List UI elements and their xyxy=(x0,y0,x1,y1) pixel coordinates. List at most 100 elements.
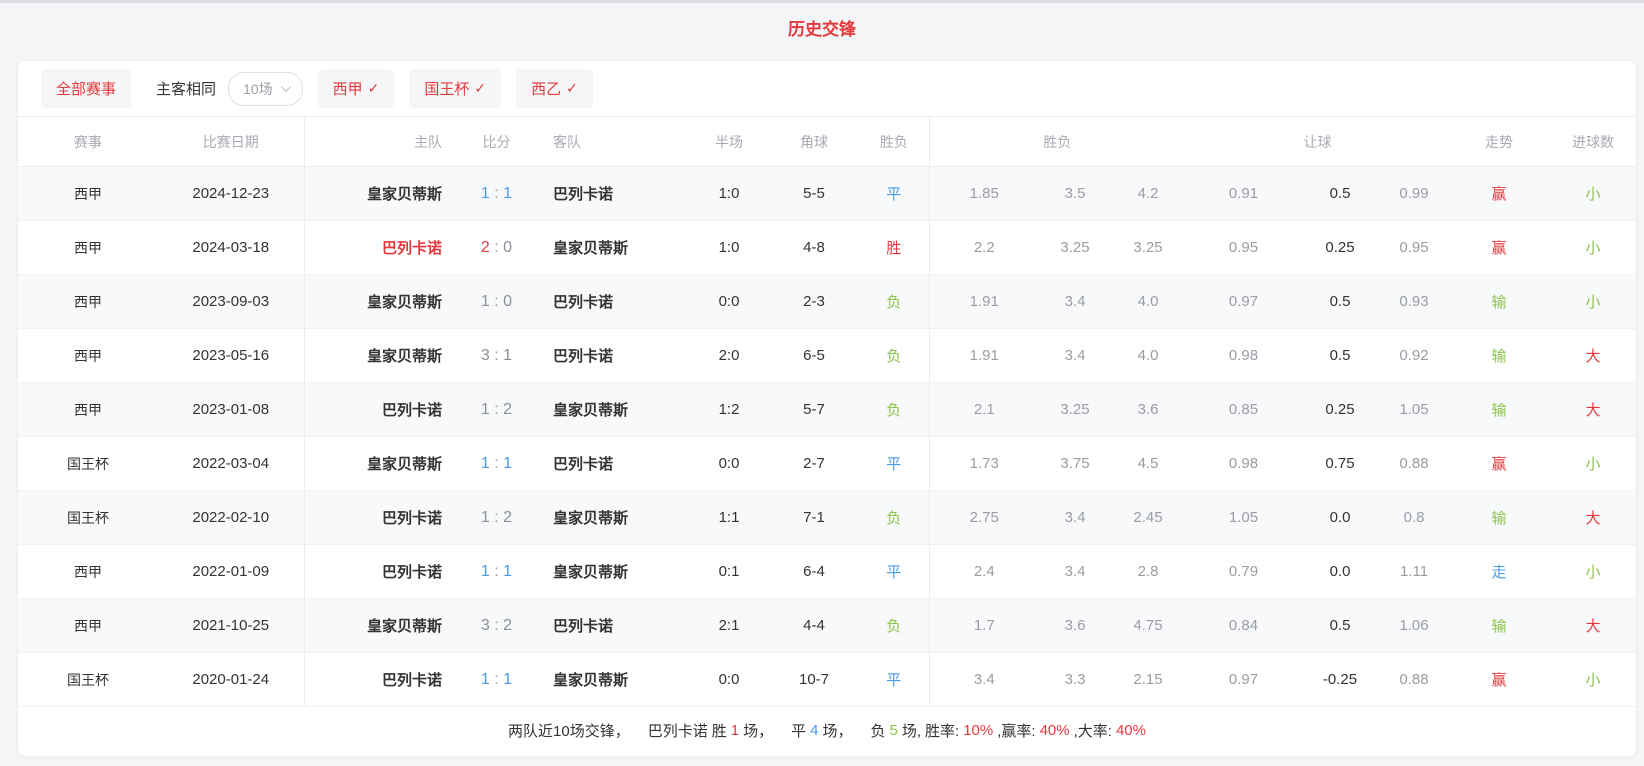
match-count-value: 10场 xyxy=(243,79,273,99)
score-away: 1 xyxy=(503,563,512,580)
cell-halftime-score: 1:2 xyxy=(689,383,769,437)
table-row[interactable]: 西甲 2023-09-03 皇家贝蒂斯 1 : 0 巴列卡诺 0:0 2-3 负… xyxy=(18,275,1637,329)
score-away: 1 xyxy=(503,185,512,202)
summary-win-unit: 场， xyxy=(743,720,773,741)
cell-date: 2024-03-18 xyxy=(158,221,304,275)
cell-handicap-trend: 走 xyxy=(1450,545,1548,599)
cell-handicap-trend: 输 xyxy=(1450,275,1548,329)
summary-winrate-label: 胜率: xyxy=(925,720,959,741)
cell-score: 1 : 2 xyxy=(454,491,539,545)
cell-result: 负 xyxy=(859,599,929,653)
cell-odds-draw: 3.75 xyxy=(1039,437,1111,491)
cell-odds-lose: 2.15 xyxy=(1111,653,1185,707)
cell-handicap-trend: 输 xyxy=(1450,383,1548,437)
cell-odds-lose: 4.2 xyxy=(1111,167,1185,221)
check-icon: ✓ xyxy=(566,80,578,97)
cell-league: 西甲 xyxy=(18,545,158,599)
cell-handicap-trend: 输 xyxy=(1450,491,1548,545)
page-title: 历史交锋 xyxy=(0,15,1644,40)
cell-home-team: 皇家贝蒂斯 xyxy=(304,167,454,221)
table-row[interactable]: 国王杯 2020-01-24 巴列卡诺 1 : 1 皇家贝蒂斯 0:0 10-7… xyxy=(18,653,1637,707)
table-row[interactable]: 西甲 2021-10-25 皇家贝蒂斯 3 : 2 巴列卡诺 2:1 4-4 负… xyxy=(18,599,1637,653)
cell-handicap-home: 0.85 xyxy=(1185,383,1302,437)
cell-away-team: 巴列卡诺 xyxy=(539,275,689,329)
cell-handicap-line: 0.25 xyxy=(1302,383,1378,437)
table-row[interactable]: 西甲 2022-01-09 巴列卡诺 1 : 1 皇家贝蒂斯 0:1 6-4 平… xyxy=(18,545,1637,599)
cell-score: 1 : 2 xyxy=(454,383,539,437)
cell-odds-win: 2.75 xyxy=(929,491,1039,545)
cell-handicap-line: 0.5 xyxy=(1302,167,1378,221)
table-row[interactable]: 西甲 2024-03-18 巴列卡诺 2 : 0 皇家贝蒂斯 1:0 4-8 胜… xyxy=(18,221,1637,275)
cell-handicap-away: 1.11 xyxy=(1378,545,1450,599)
cell-handicap-line: -0.25 xyxy=(1302,653,1378,707)
cell-halftime-score: 0:0 xyxy=(689,437,769,491)
league-filter-label: 国王杯 xyxy=(424,78,469,99)
league-filter-segunda[interactable]: 西乙 ✓ xyxy=(516,69,593,108)
table-row[interactable]: 西甲 2024-12-23 皇家贝蒂斯 1 : 1 巴列卡诺 1:0 5-5 平… xyxy=(18,167,1637,221)
cell-odds-win: 2.2 xyxy=(929,221,1039,275)
cell-result: 平 xyxy=(859,545,929,599)
cell-result: 负 xyxy=(859,383,929,437)
cell-handicap-home: 0.98 xyxy=(1185,329,1302,383)
cell-date: 2023-01-08 xyxy=(158,383,304,437)
cell-date: 2023-05-16 xyxy=(158,329,304,383)
score-home: 1 xyxy=(481,563,490,580)
cell-date: 2022-03-04 xyxy=(158,437,304,491)
table-row[interactable]: 西甲 2023-05-16 皇家贝蒂斯 3 : 1 巴列卡诺 2:0 6-5 负… xyxy=(18,329,1637,383)
cell-halftime-score: 0:1 xyxy=(689,545,769,599)
cell-halftime-score: 1:1 xyxy=(689,491,769,545)
score-away: 1 xyxy=(503,347,512,364)
cell-result: 胜 xyxy=(859,221,929,275)
cell-halftime-score: 1:0 xyxy=(689,167,769,221)
cell-corner-kicks: 6-4 xyxy=(769,545,859,599)
score-home: 3 xyxy=(481,347,490,364)
summary-team: 巴列卡诺 xyxy=(648,720,708,741)
cell-home-team: 皇家贝蒂斯 xyxy=(304,329,454,383)
score-home: 1 xyxy=(481,401,490,418)
header-half: 半场 xyxy=(689,117,769,167)
league-filter-laliga[interactable]: 西甲 ✓ xyxy=(318,69,395,108)
cell-handicap-away: 1.06 xyxy=(1378,599,1450,653)
cell-score: 1 : 1 xyxy=(454,167,539,221)
cell-odds-draw: 3.3 xyxy=(1039,653,1111,707)
cell-handicap-home: 0.97 xyxy=(1185,653,1302,707)
header-corner: 角球 xyxy=(769,117,859,167)
cell-odds-win: 1.91 xyxy=(929,329,1039,383)
cell-corner-kicks: 7-1 xyxy=(769,491,859,545)
cell-odds-lose: 3.25 xyxy=(1111,221,1185,275)
cell-handicap-away: 0.99 xyxy=(1378,167,1450,221)
cell-handicap-line: 0.5 xyxy=(1302,599,1378,653)
cell-away-team: 巴列卡诺 xyxy=(539,599,689,653)
cell-home-team: 巴列卡诺 xyxy=(304,653,454,707)
table-row[interactable]: 西甲 2023-01-08 巴列卡诺 1 : 2 皇家贝蒂斯 1:2 5-7 负… xyxy=(18,383,1637,437)
all-matches-button[interactable]: 全部赛事 xyxy=(41,69,131,108)
check-icon: ✓ xyxy=(474,80,486,97)
header-date: 比赛日期 xyxy=(158,117,304,167)
cell-date: 2023-09-03 xyxy=(158,275,304,329)
cell-corner-kicks: 4-4 xyxy=(769,599,859,653)
table-row[interactable]: 国王杯 2022-02-10 巴列卡诺 1 : 2 皇家贝蒂斯 1:1 7-1 … xyxy=(18,491,1637,545)
summary-lose-unit: 场, xyxy=(902,720,921,741)
match-count-select[interactable]: 10场 xyxy=(228,72,303,106)
cell-odds-lose: 4.75 xyxy=(1111,599,1185,653)
summary-goalrate-value: 40% xyxy=(1116,722,1146,739)
cell-home-team: 皇家贝蒂斯 xyxy=(304,599,454,653)
cell-score: 3 : 2 xyxy=(454,599,539,653)
cell-away-team: 皇家贝蒂斯 xyxy=(539,545,689,599)
cell-handicap-home: 0.95 xyxy=(1185,221,1302,275)
table-row[interactable]: 国王杯 2022-03-04 皇家贝蒂斯 1 : 1 巴列卡诺 0:0 2-7 … xyxy=(18,437,1637,491)
cell-odds-lose: 4.0 xyxy=(1111,275,1185,329)
cell-odds-draw: 3.6 xyxy=(1039,599,1111,653)
cell-handicap-trend: 赢 xyxy=(1450,437,1548,491)
cell-date: 2024-12-23 xyxy=(158,167,304,221)
cell-odds-draw: 3.4 xyxy=(1039,545,1111,599)
summary-bigrate-value: 40% xyxy=(1040,722,1070,739)
cell-handicap-trend: 赢 xyxy=(1450,221,1548,275)
cell-league: 西甲 xyxy=(18,599,158,653)
cell-corner-kicks: 4-8 xyxy=(769,221,859,275)
league-filter-copa-del-rey[interactable]: 国王杯 ✓ xyxy=(409,69,501,108)
cell-handicap-line: 0.5 xyxy=(1302,329,1378,383)
cell-halftime-score: 2:0 xyxy=(689,329,769,383)
score-away: 0 xyxy=(503,239,512,256)
cell-date: 2020-01-24 xyxy=(158,653,304,707)
